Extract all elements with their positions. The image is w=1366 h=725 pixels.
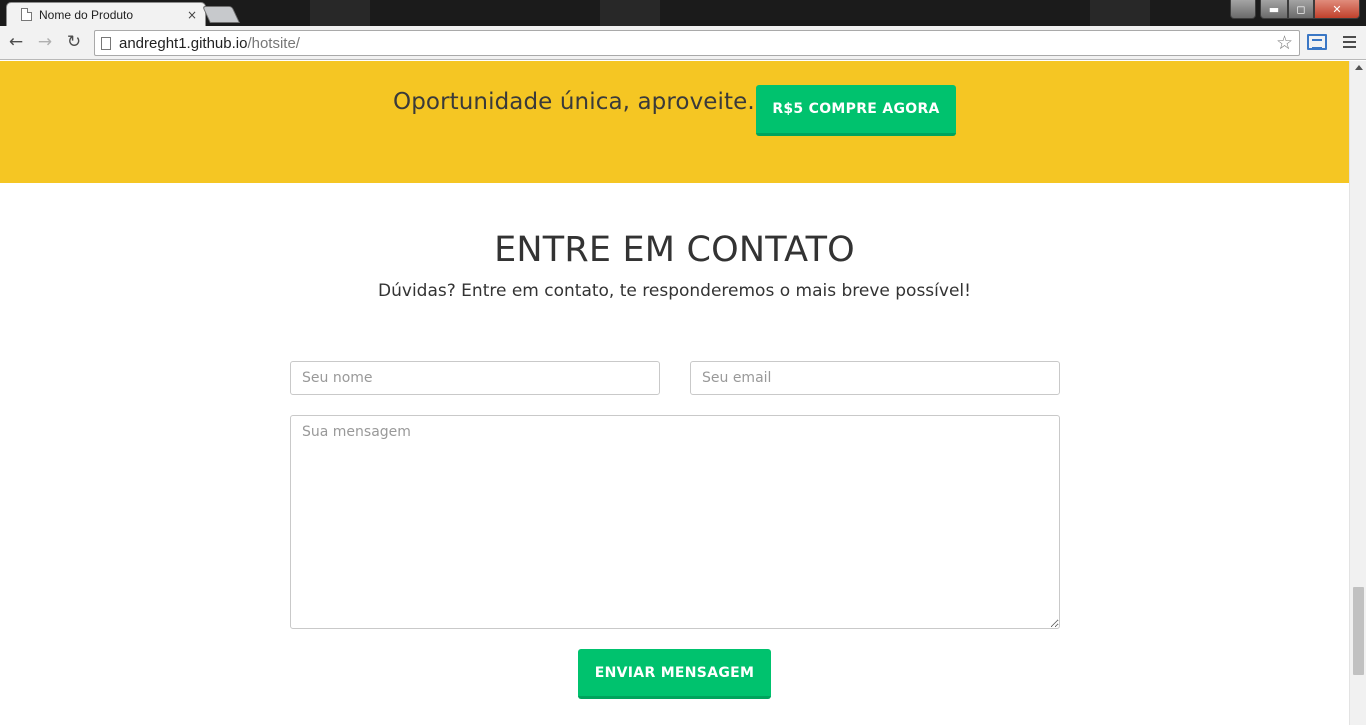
promo-banner: Oportunidade única, aproveite. R$5 COMPR… [0,61,1349,183]
promo-text: Oportunidade única, aproveite. [393,89,755,115]
browser-tab[interactable]: Nome do Produto × [6,2,206,26]
scroll-up-arrow-icon[interactable] [1355,65,1363,70]
tab-strip: Nome do Produto × ▬ ◻ ✕ [0,0,1366,26]
scroll-thumb[interactable] [1353,587,1364,675]
bookmark-star-icon[interactable]: ☆ [1276,32,1293,54]
minimize-button[interactable]: ▬ [1260,0,1288,19]
page-icon [21,8,32,21]
url-host: andreght1.github.io [119,34,248,52]
background-decoration [600,0,660,26]
address-bar[interactable]: andreght1.github.io/hotsite/ ☆ [94,30,1300,56]
contact-subtitle: Dúvidas? Entre em contato, te respondere… [378,281,971,301]
message-textarea[interactable] [290,415,1060,629]
window-controls: ▬ ◻ ✕ [1230,0,1360,19]
background-decoration [1090,0,1150,26]
send-message-button[interactable]: ENVIAR MENSAGEM [578,649,771,699]
close-window-button[interactable]: ✕ [1314,0,1360,19]
email-input[interactable] [690,361,1060,395]
url-path: /hotsite/ [247,34,300,52]
name-input[interactable] [290,361,660,395]
forward-arrow-icon[interactable]: → [34,31,56,53]
user-icon[interactable] [1230,0,1256,19]
new-tab-button[interactable] [202,6,240,23]
page-viewport: Oportunidade única, aproveite. R$5 COMPR… [0,61,1349,725]
url-text: andreght1.github.io/hotsite/ [119,35,300,52]
contact-title: ENTRE EM CONTATO [494,230,855,270]
maximize-button[interactable]: ◻ [1288,0,1314,19]
background-decoration [310,0,370,26]
buy-now-button[interactable]: R$5 COMPRE AGORA [756,85,956,136]
browser-toolbar: ← → ↻ andreght1.github.io/hotsite/ ☆ [0,26,1366,60]
page-scrollbar[interactable] [1349,61,1366,725]
tab-close-icon[interactable]: × [187,8,197,22]
tab-title: Nome do Produto [39,7,134,22]
reload-icon[interactable]: ↻ [63,31,85,53]
menu-icon[interactable] [1343,36,1356,48]
page-info-icon[interactable] [101,36,111,50]
cast-icon[interactable] [1307,34,1327,50]
back-arrow-icon[interactable]: ← [5,31,27,53]
